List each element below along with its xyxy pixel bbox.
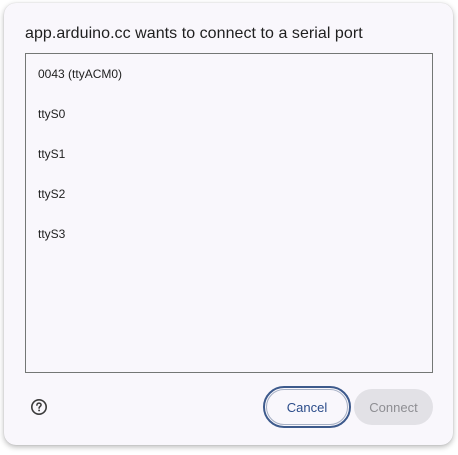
help-icon[interactable] (30, 398, 48, 416)
cancel-button[interactable]: Cancel (263, 386, 351, 428)
serial-port-dialog: app.arduino.cc wants to connect to a ser… (4, 3, 453, 445)
dialog-title: app.arduino.cc wants to connect to a ser… (25, 25, 363, 42)
port-item-ttys0[interactable]: ttyS0 (38, 107, 65, 121)
port-list[interactable]: 0043 (ttyACM0) ttyS0 ttyS1 ttyS2 ttyS3 (25, 53, 433, 373)
port-item-ttyacm0[interactable]: 0043 (ttyACM0) (38, 67, 122, 81)
help-circle-icon (31, 399, 47, 415)
port-item-ttys3[interactable]: ttyS3 (38, 227, 65, 241)
port-item-ttys2[interactable]: ttyS2 (38, 187, 65, 201)
port-item-ttys1[interactable]: ttyS1 (38, 147, 65, 161)
connect-button[interactable]: Connect (354, 389, 433, 425)
